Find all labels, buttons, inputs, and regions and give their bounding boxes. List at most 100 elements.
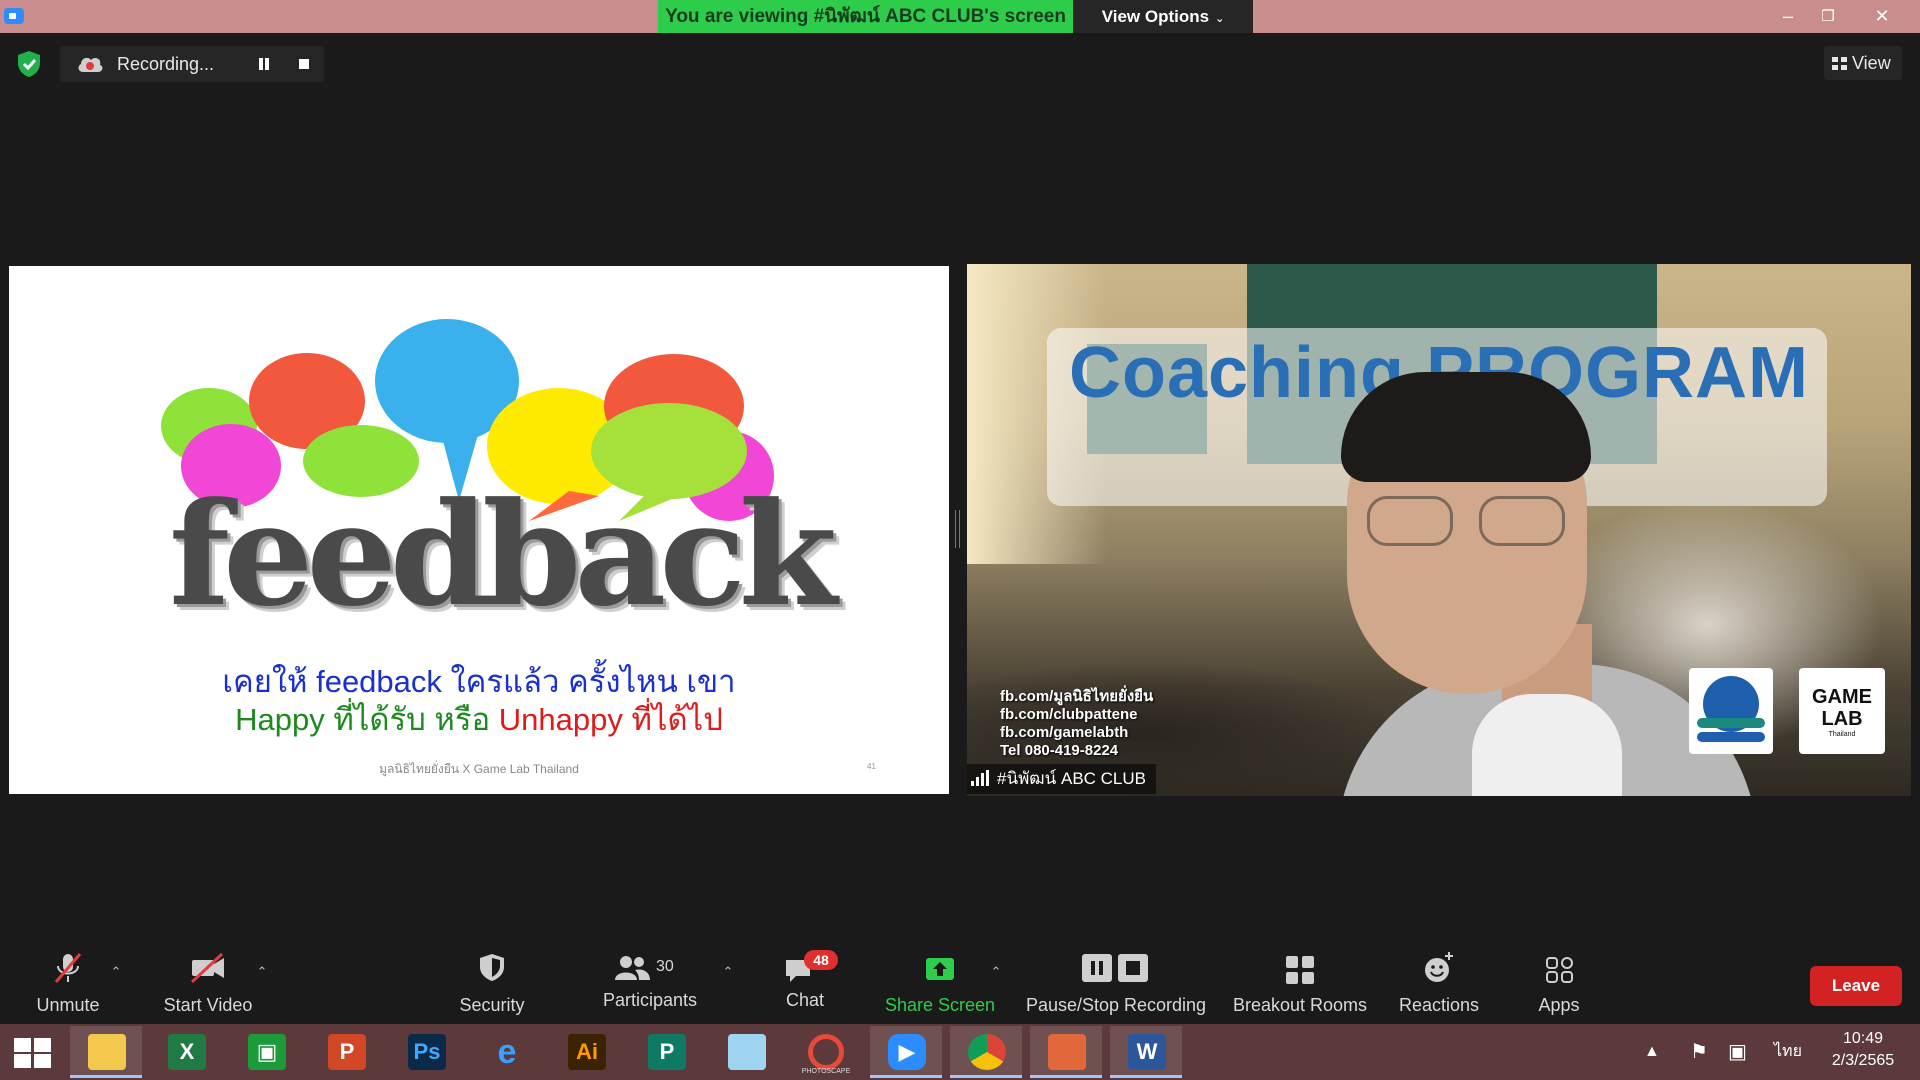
minimize-icon[interactable]: –: [1768, 0, 1808, 33]
pause-stop-recording-label: Pause/Stop Recording: [1025, 995, 1207, 1015]
participants-icon: [615, 956, 650, 980]
apps-button[interactable]: Apps: [1534, 946, 1584, 1024]
share-screen-label: Share Screen: [884, 995, 996, 1015]
taskbar-excel[interactable]: X: [150, 1026, 222, 1078]
start-video-button[interactable]: Start Video: [158, 946, 258, 1024]
apps-label: Apps: [1538, 995, 1580, 1015]
chevron-up-icon[interactable]: ⌃: [720, 964, 736, 980]
shield-check-icon[interactable]: [16, 50, 42, 78]
contact-line: fb.com/มูลนิธิไทยยั่งยืน: [1000, 688, 1154, 705]
restore-icon[interactable]: ❐: [1808, 0, 1848, 33]
participant-name: #นิพัฒน์ ABC CLUB: [997, 769, 1147, 788]
taskbar-file-explorer[interactable]: [70, 1026, 142, 1078]
panel-resize-handle[interactable]: [955, 510, 960, 548]
muted-microphone-icon: [54, 953, 82, 983]
slide-footer: มูลนิธิไทยยั่งยืน X Game Lab Thailand: [379, 762, 579, 776]
clock-time: 10:49: [1842, 1030, 1884, 1047]
zoom-icon: ▶: [888, 1034, 926, 1070]
chevron-up-icon[interactable]: ⌃: [108, 964, 124, 980]
foundation-logo: [1689, 668, 1773, 754]
zoom-meeting-window: You are viewing #นิพัฒน์ ABC CLUB's scre…: [0, 0, 1920, 1080]
reactions-label: Reactions: [1398, 995, 1480, 1015]
view-options-button[interactable]: View Options ⌄: [1073, 0, 1253, 33]
taskbar-powerpoint[interactable]: P: [310, 1026, 382, 1078]
leave-meeting-button[interactable]: Leave: [1810, 966, 1902, 1006]
breakout-rooms-button[interactable]: Breakout Rooms: [1230, 946, 1370, 1024]
view-layout-button[interactable]: View: [1824, 46, 1902, 80]
chevron-up-icon[interactable]: ⌃: [254, 964, 270, 980]
taskbar-notepad[interactable]: [710, 1026, 782, 1078]
chevron-up-icon[interactable]: ⌃: [988, 964, 1004, 980]
taskbar-publisher[interactable]: P: [630, 1026, 702, 1078]
given-text: ที่ได้ไป: [631, 702, 723, 737]
share-screen-button[interactable]: Share Screen: [884, 946, 996, 1024]
apps-icon: [1546, 957, 1573, 983]
store-icon: ▣: [248, 1034, 286, 1070]
breakout-rooms-label: Breakout Rooms: [1232, 995, 1368, 1015]
chat-button[interactable]: 48 Chat: [780, 946, 838, 1024]
gamelab-logo-line-1: GAME: [1812, 686, 1872, 708]
start-video-label: Start Video: [163, 995, 253, 1015]
stop-recording-icon[interactable]: [296, 56, 312, 72]
photoscape-icon: [808, 1034, 844, 1070]
chat-icon-group: 48: [780, 946, 838, 990]
contact-line: Tel 080-419-8224: [1000, 742, 1119, 759]
security-button[interactable]: Security: [452, 946, 532, 1024]
taskbar-office[interactable]: [1030, 1026, 1102, 1078]
folder-icon: [88, 1034, 126, 1070]
presenter-glasses: [1367, 496, 1567, 546]
video-off-icon: [190, 952, 224, 984]
taskbar-illustrator[interactable]: Ai: [550, 1026, 622, 1078]
contact-info: fb.com/มูลนิธิไทยยั่งยืน fb.com/clubpatt…: [1000, 688, 1153, 760]
cloud-recording-icon: [78, 57, 103, 72]
contact-line: fb.com/gamelabth: [1000, 724, 1129, 741]
action-center-flag-icon[interactable]: ⚑: [1690, 1024, 1708, 1080]
pause-stop-recording-button[interactable]: Pause/Stop Recording: [1024, 946, 1208, 1024]
unmute-label: Unmute: [36, 995, 100, 1015]
participants-icon-group: 30: [610, 946, 690, 990]
shared-screen-slide: feedback เคยให้ feedback ใครแล้ว ครั้งไห…: [9, 266, 949, 794]
title-bar: You are viewing #นิพัฒน์ ABC CLUB's scre…: [0, 0, 1920, 33]
excel-icon: X: [168, 1034, 206, 1070]
security-label: Security: [459, 995, 525, 1015]
share-screen-icon: [926, 958, 954, 980]
participants-count: 30: [656, 958, 674, 975]
participant-video-tile[interactable]: Coaching PROGRAM for er fb.com/มูลนิธิไท…: [967, 264, 1911, 796]
taskbar-photoscape[interactable]: PHOTOSCAPE: [790, 1026, 862, 1078]
taskbar-chrome[interactable]: [950, 1026, 1022, 1078]
pause-recording-icon[interactable]: [256, 56, 272, 72]
chat-unread-badge: 48: [804, 950, 838, 970]
chevron-down-icon: ⌄: [1215, 13, 1225, 25]
chat-label: Chat: [785, 990, 825, 1010]
recording-label: Recording...: [117, 54, 215, 74]
notepad-icon: [728, 1034, 766, 1070]
viewing-screen-banner: You are viewing #นิพัฒน์ ABC CLUB's scre…: [658, 0, 1073, 33]
participants-button[interactable]: 30 Participants: [598, 946, 702, 1024]
taskbar-store[interactable]: ▣: [230, 1026, 302, 1078]
received-text: ที่ได้รับ หรือ: [333, 702, 491, 737]
clock-date: 2/3/2565: [1831, 1052, 1895, 1069]
reactions-button[interactable]: Reactions: [1398, 946, 1480, 1024]
presenter-hair: [1341, 372, 1591, 482]
close-icon[interactable]: ✕: [1862, 0, 1902, 33]
gamelab-logo: GAME LAB Thailand: [1799, 668, 1885, 754]
security-shield-icon: [480, 954, 504, 981]
powerpoint-icon: P: [328, 1034, 366, 1070]
breakout-rooms-icon: [1286, 956, 1314, 984]
taskbar-word[interactable]: W: [1110, 1026, 1182, 1078]
windows-taskbar: X ▣ P Ps e Ai P PHOTOSCAPE ▶ W: [0, 1024, 1920, 1080]
input-language[interactable]: ไทย: [1774, 1024, 1802, 1080]
show-hidden-icons[interactable]: ▲: [1644, 1024, 1660, 1080]
network-icon[interactable]: ▣: [1728, 1024, 1747, 1080]
feedback-headline: feedback: [169, 472, 837, 638]
taskbar-clock[interactable]: 10:49 2/3/2565: [1808, 1028, 1918, 1072]
unmute-button[interactable]: Unmute: [28, 946, 108, 1024]
participants-label: Participants: [602, 990, 698, 1010]
taskbar-internet-explorer[interactable]: e: [470, 1026, 542, 1078]
presenter-shirt: [1472, 694, 1622, 796]
photoscape-label: PHOTOSCAPE: [801, 1068, 851, 1075]
windows-start-icon[interactable]: [14, 1038, 52, 1068]
signal-strength-icon: [971, 770, 991, 786]
taskbar-zoom[interactable]: ▶: [870, 1026, 942, 1078]
taskbar-photoshop[interactable]: Ps: [390, 1026, 462, 1078]
